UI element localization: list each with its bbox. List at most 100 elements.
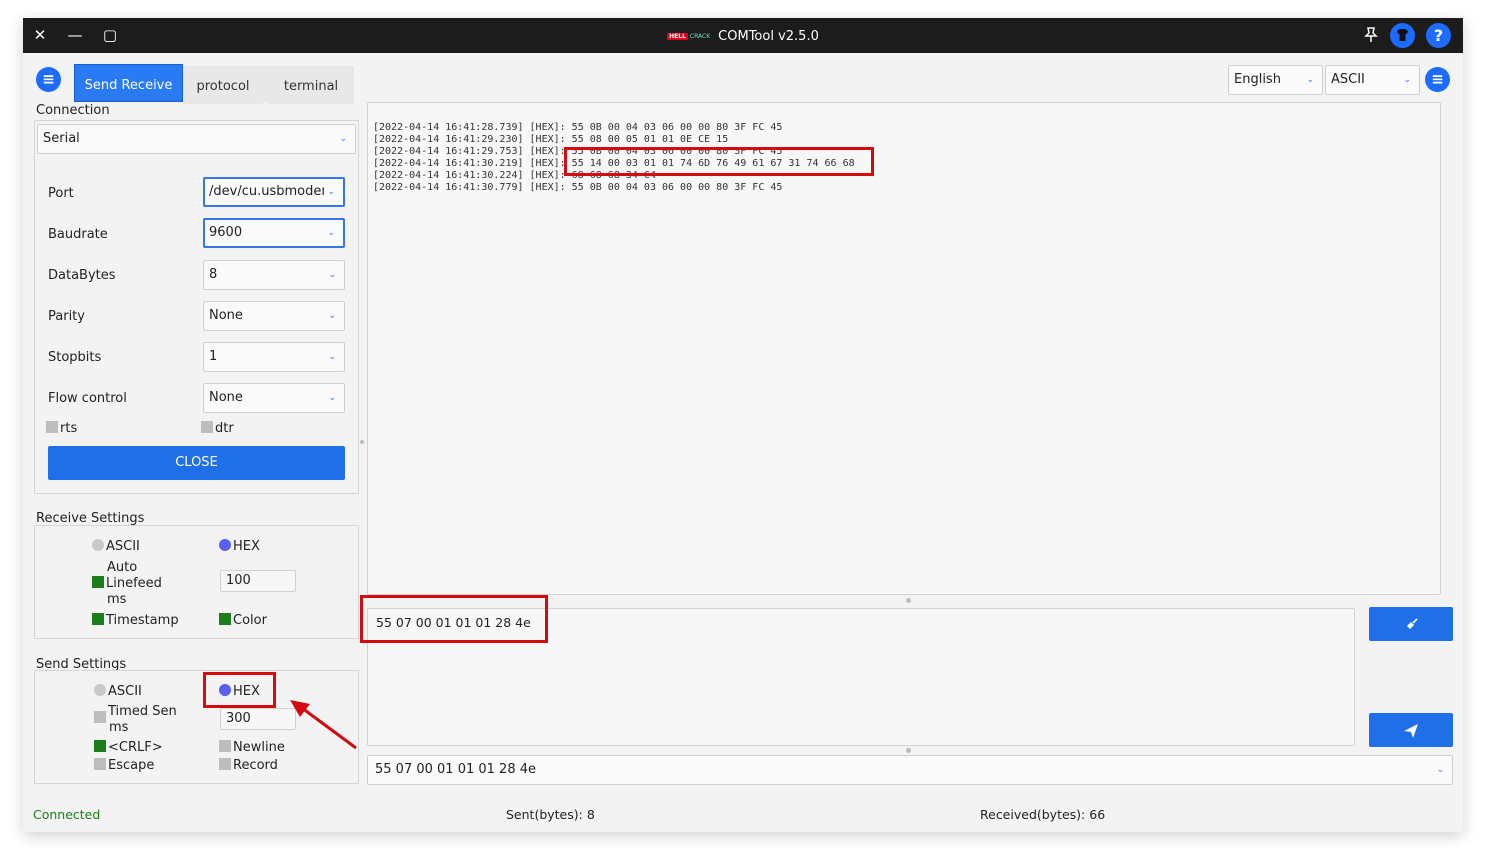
language-select[interactable]: English ⌄ [1228, 65, 1323, 95]
radio-icon [92, 539, 104, 551]
highlight-send-hex [203, 672, 276, 708]
port-select[interactable]: /dev/cu.usbmodem ⌄ [203, 177, 345, 207]
right-menu-icon[interactable]: ≡ [1425, 67, 1450, 92]
linefeed-ms-label: ms [107, 592, 127, 607]
record-label: Record [233, 758, 278, 773]
log-line: [2022-04-14 16:41:28.739] [HEX]: 55 0B 0… [373, 122, 783, 133]
rts-label: rts [60, 421, 78, 436]
receive-hex-radio[interactable]: HEX [219, 539, 260, 554]
chevron-down-icon: ⌄ [1403, 75, 1411, 85]
port-label: Port [48, 186, 74, 201]
stopbits-label: Stopbits [48, 350, 102, 365]
chevron-down-icon: ⌄ [328, 311, 336, 321]
flow-control-label: Flow control [48, 391, 127, 406]
tab-send-receive[interactable]: Send Receive [74, 64, 183, 102]
escape-checkbox[interactable]: Escape [94, 758, 154, 773]
receive-hex-label: HEX [233, 539, 260, 554]
broom-icon [1407, 618, 1418, 629]
rts-checkbox[interactable]: rts [46, 421, 77, 436]
flow-control-select[interactable]: None ⌄ [203, 383, 345, 413]
databytes-value: 8 [209, 267, 218, 282]
escape-label: Escape [108, 758, 155, 773]
databytes-select[interactable]: 8 ⌄ [203, 260, 345, 290]
receive-ascii-label: ASCII [106, 539, 140, 554]
receive-area[interactable]: [2022-04-14 16:41:28.739] [HEX]: 55 0B 0… [367, 102, 1441, 595]
radio-selected-icon [219, 539, 231, 551]
baudrate-select[interactable]: 9600 ⌄ [203, 218, 345, 248]
annotation-arrow-icon [290, 700, 357, 750]
stopbits-value: 1 [209, 349, 218, 364]
send-history-select[interactable]: 55 07 00 01 01 01 28 4e ⌄ [367, 755, 1453, 785]
baudrate-label: Baudrate [48, 227, 108, 242]
window-title-area: HELL CRACK COMTool v2.5.0 [23, 18, 1463, 55]
splitter-handle[interactable] [906, 598, 911, 603]
close-connection-button[interactable]: CLOSE [48, 446, 345, 480]
checkbox-icon [46, 421, 58, 433]
app-logo: HELL CRACK [667, 33, 711, 40]
pin-icon[interactable] [1363, 26, 1379, 44]
connection-type-select[interactable]: Serial ⌄ [37, 124, 356, 154]
checkbox-icon [94, 758, 106, 770]
chevron-down-icon: ⌄ [1436, 765, 1444, 775]
window-title: COMTool v2.5.0 [718, 29, 819, 44]
color-label: Color [233, 613, 267, 628]
parity-select[interactable]: None ⌄ [203, 301, 345, 331]
receive-settings-title: Receive Settings [36, 511, 145, 526]
checkbox-icon [94, 711, 106, 723]
sent-bytes: Sent(bytes): 8 [506, 807, 595, 822]
skin-icon[interactable] [1390, 23, 1415, 48]
chevron-down-icon: ⌄ [327, 228, 335, 238]
newline-checkbox[interactable]: Newline [219, 740, 285, 755]
chevron-down-icon: ⌄ [328, 352, 336, 362]
timestamp-label: Timestamp [106, 613, 179, 628]
dtr-label: dtr [215, 421, 234, 436]
send-history-value: 55 07 00 01 01 01 28 4e [375, 762, 536, 777]
record-checkbox[interactable]: Record [219, 758, 278, 773]
linefeed-label: Linefeed [106, 576, 162, 591]
send-ascii-label: ASCII [108, 684, 142, 699]
highlight-received-frame [564, 147, 874, 176]
send-icon [1404, 724, 1418, 738]
baudrate-value: 9600 [209, 225, 243, 240]
linefeed-ms-input[interactable]: 100 [220, 570, 296, 592]
send-ascii-radio[interactable]: ASCII [94, 684, 142, 699]
flow-control-value: None [209, 390, 243, 405]
left-menu-icon[interactable]: ≡ [36, 67, 61, 92]
received-bytes: Received(bytes): 66 [980, 807, 1106, 822]
chevron-down-icon: ⌄ [328, 270, 336, 280]
receive-settings-group [34, 525, 359, 639]
checkbox-icon [219, 740, 231, 752]
help-icon[interactable]: ? [1426, 23, 1451, 48]
connection-status: Connected [33, 807, 101, 822]
chevron-down-icon: ⌄ [339, 134, 347, 144]
encoding-select[interactable]: ASCII ⌄ [1325, 65, 1420, 95]
receive-ascii-radio[interactable]: ASCII [92, 539, 140, 554]
crlf-checkbox[interactable]: <CRLF> [94, 740, 163, 755]
splitter-handle[interactable] [360, 440, 364, 444]
highlight-send-input [360, 595, 548, 643]
tab-terminal[interactable]: terminal [268, 66, 354, 104]
checkbox-checked-icon [92, 613, 104, 625]
stopbits-select[interactable]: 1 ⌄ [203, 342, 345, 372]
language-value: English [1234, 72, 1281, 87]
app-window: ✕ — ▢ HELL CRACK COMTool v2.5.0 ? ≡ Send R… [23, 18, 1463, 832]
connection-type-value: Serial [43, 131, 80, 146]
tab-protocol[interactable]: protocol [183, 66, 263, 104]
timed-send-checkbox[interactable]: Timed Sen [94, 704, 177, 723]
color-checkbox[interactable]: Color [219, 613, 267, 628]
checkbox-icon [219, 758, 231, 770]
send-button[interactable] [1369, 713, 1453, 747]
dtr-checkbox[interactable]: dtr [201, 421, 234, 436]
splitter-handle[interactable] [906, 748, 911, 753]
clear-receive-button[interactable] [1369, 607, 1453, 641]
databytes-label: DataBytes [48, 268, 116, 283]
chevron-down-icon: ⌄ [1306, 75, 1314, 85]
log-line: [2022-04-14 16:41:30.779] [HEX]: 55 0B 0… [373, 182, 783, 193]
checkbox-checked-icon [94, 740, 106, 752]
timestamp-checkbox[interactable]: Timestamp [92, 613, 179, 628]
chevron-down-icon: ⌄ [324, 179, 335, 205]
checkbox-checked-icon [219, 613, 231, 625]
auto-linefeed-checkbox[interactable]: Linefeed [92, 576, 162, 591]
port-value: /dev/cu.usbmodem [209, 184, 335, 199]
connection-title: Connection [36, 103, 110, 118]
